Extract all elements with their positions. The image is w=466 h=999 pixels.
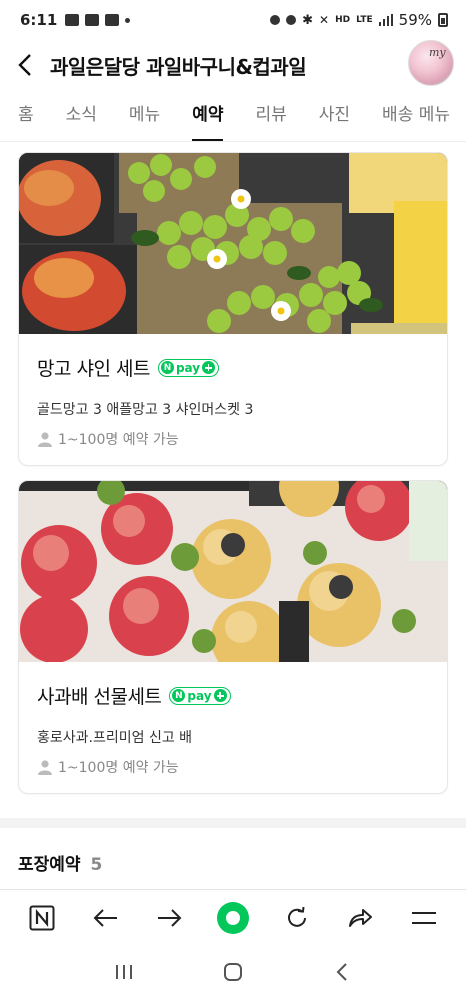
tab-reservation[interactable]: 예약: [176, 92, 239, 141]
share-button[interactable]: [340, 898, 380, 938]
npay-badge: N pay: [157, 358, 220, 377]
alarm-icon: [286, 15, 297, 25]
notification-icons: [65, 14, 131, 26]
chevron-left-icon: [336, 963, 347, 981]
battery-percent: 59%: [398, 11, 432, 29]
recent-apps-icon: [116, 965, 133, 979]
product-photo-mango-shine: [19, 153, 447, 334]
person-icon: [38, 432, 52, 447]
gallery-notification-icon: [65, 14, 80, 26]
green-dot-button[interactable]: [213, 898, 253, 938]
naver-n-icon: N: [160, 361, 174, 374]
page-title: 과일은달당 과일바구니&컵과일: [50, 54, 307, 79]
tab-delivery-menu[interactable]: 배송 메뉴: [366, 92, 466, 141]
more-notifications-icon: [125, 17, 131, 23]
capacity-text: 1~100명 예약 가능: [58, 760, 179, 776]
menu-button[interactable]: [404, 898, 444, 938]
avatar[interactable]: my: [408, 40, 454, 86]
tab-reviews[interactable]: 리뷰: [239, 92, 302, 141]
green-dot-icon: [216, 901, 249, 934]
npay-text: pay: [187, 688, 212, 703]
bluetooth-icon: ✱: [302, 12, 314, 28]
product-title: 사과배 선물세트: [37, 686, 162, 708]
npay-text: pay: [175, 360, 201, 375]
lock-icon: [270, 15, 281, 25]
section-title-text: 포장예약: [18, 855, 81, 875]
product-card[interactable]: 망고 샤인 세트 N pay 골드망고 3 애플망고 3 샤인머스켓 3 1~1…: [18, 152, 448, 466]
avatar-text: my: [429, 46, 446, 59]
home-icon: [223, 963, 242, 981]
status-bar: 6:11 ✱ ✕ HD LTE 59%: [0, 0, 466, 40]
home-button[interactable]: [213, 952, 253, 992]
naver-n-icon: N: [172, 689, 186, 702]
naver-home-button[interactable]: [22, 898, 62, 938]
recent-apps-button[interactable]: [104, 952, 144, 992]
mute-icon: ✕: [319, 13, 330, 27]
system-icons: ✱ ✕ HD LTE 59%: [270, 11, 448, 29]
npay-badge: N pay: [169, 686, 231, 705]
plus-icon: [202, 361, 216, 374]
capacity-text: 1~100명 예약 가능: [58, 432, 179, 448]
section-title: 포장예약 5: [18, 850, 102, 875]
lte-label: LTE: [356, 15, 373, 25]
product-info: 망고 샤인 세트 N pay 골드망고 3 애플망고 3 샤인머스켓 3 1~1…: [19, 334, 447, 449]
product-capacity: 1~100명 예약 가능: [37, 757, 429, 777]
tab-home[interactable]: 홈: [0, 92, 50, 141]
system-back-button[interactable]: [322, 952, 362, 992]
cloud-notification-icon: [85, 14, 100, 26]
signal-icon: [378, 14, 393, 26]
plus-icon: [213, 689, 227, 702]
browser-forward-button[interactable]: [149, 898, 189, 938]
refresh-icon: [287, 906, 306, 927]
hamburger-menu-icon: [412, 911, 437, 924]
refresh-button[interactable]: [277, 898, 317, 938]
product-title: 망고 샤인 세트: [37, 358, 150, 380]
product-title-row: 망고 샤인 세트 N pay: [37, 354, 429, 381]
product-photo-apple-pear: [19, 481, 447, 662]
product-description: 골드망고 3 애플망고 3 샤인머스켓 3: [37, 402, 254, 418]
product-description: 홍로사과.프리미엄 신고 배: [37, 730, 193, 746]
section-count: 5: [90, 855, 103, 875]
product-capacity: 1~100명 예약 가능: [37, 429, 429, 449]
share-icon: [349, 908, 373, 927]
status-time: 6:11: [20, 11, 58, 29]
message-notification-icon: [105, 14, 120, 26]
tab-photos[interactable]: 사진: [303, 92, 366, 141]
section-divider: [0, 818, 466, 828]
battery-icon: [438, 13, 448, 27]
naver-n-icon: [29, 905, 55, 930]
chevron-left-icon: [18, 54, 31, 76]
person-icon: [38, 760, 52, 775]
browser-toolbar: [0, 889, 466, 945]
hd-voice-label: HD: [335, 15, 351, 25]
back-button[interactable]: [0, 40, 50, 90]
page-header: 과일은달당 과일바구니&컵과일 my: [0, 40, 466, 90]
product-card[interactable]: 사과배 선물세트 N pay 홍로사과.프리미엄 신고 배 1~100명 예약 …: [18, 480, 448, 794]
system-navigation-bar: [0, 945, 466, 999]
tab-news[interactable]: 소식: [50, 92, 113, 141]
browser-back-button[interactable]: [86, 898, 126, 938]
arrow-right-icon: [158, 908, 182, 927]
tab-menu[interactable]: 메뉴: [113, 92, 176, 141]
arrow-left-icon: [93, 908, 117, 927]
tab-bar: 홈 소식 메뉴 예약 리뷰 사진 배송 메뉴: [0, 92, 466, 142]
product-info: 사과배 선물세트 N pay 홍로사과.프리미엄 신고 배 1~100명 예약 …: [19, 662, 447, 777]
product-title-row: 사과배 선물세트 N pay: [37, 682, 429, 709]
